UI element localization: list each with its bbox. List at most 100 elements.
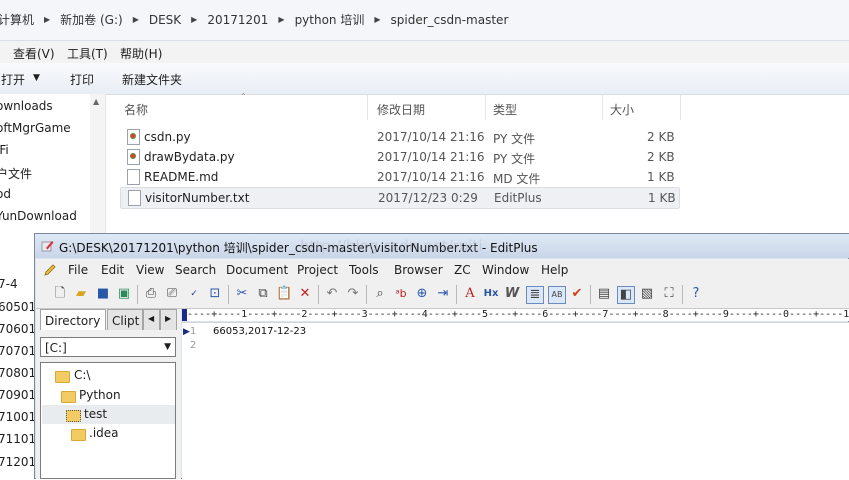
chevron-down-icon[interactable]: ▼ — [164, 342, 171, 352]
tab-directory[interactable]: Directory — [40, 309, 106, 330]
help-icon[interactable]: ? — [688, 286, 704, 302]
chevron-right-icon[interactable]: ▶ — [191, 15, 197, 24]
new-file-icon[interactable]: 🗋 — [52, 286, 68, 302]
chevron-right-icon[interactable]: ▶ — [278, 15, 284, 24]
menu-window[interactable]: Window — [482, 263, 529, 277]
font-icon[interactable]: A — [462, 286, 478, 302]
nav-item-od[interactable]: od — [0, 187, 11, 201]
column-size[interactable]: 大小 — [610, 101, 634, 118]
chevron-right-icon[interactable]: ▶ — [374, 15, 380, 24]
breadcrumb-drive[interactable]: 新加卷 (G:) — [60, 11, 123, 28]
scroll-up-icon[interactable]: ▲ — [93, 97, 99, 106]
delete-icon[interactable]: ✕ — [297, 286, 313, 302]
menu-edit[interactable]: Edit — [101, 263, 124, 277]
dropdown-arrow-icon[interactable]: ▼ — [33, 73, 40, 83]
print-preview-icon[interactable]: ⎙ — [143, 286, 159, 302]
menu-browser[interactable]: Browser — [394, 263, 443, 277]
list-item[interactable]: 70601 — [0, 322, 36, 336]
paste-icon[interactable]: 📋 — [276, 286, 292, 302]
line-number-toggle-icon[interactable]: ≣ — [526, 286, 544, 304]
fullscreen-icon[interactable]: ⛶ — [661, 286, 677, 302]
chevron-right-icon[interactable]: ▶ — [44, 15, 50, 24]
code-line[interactable]: 66053,2017-12-23 — [213, 326, 306, 337]
list-item[interactable]: 70801 — [0, 366, 36, 380]
list-item[interactable]: 60501 — [0, 300, 36, 314]
nav-item-yundownload[interactable]: YunDownload — [0, 209, 77, 223]
new-folder-button[interactable]: 新建文件夹 — [122, 71, 182, 88]
chevron-right-icon[interactable]: ▶ — [133, 15, 139, 24]
tree-node-test[interactable]: test — [84, 407, 107, 421]
tree-node-c[interactable]: C:\ — [74, 368, 90, 382]
menu-help[interactable]: Help — [541, 263, 568, 277]
tree-node-python[interactable]: Python — [79, 388, 121, 402]
column-name[interactable]: 名称 — [124, 101, 148, 118]
editplus-window[interactable]: G:\DESK\20171201\python 培训\spider_csdn-m… — [34, 233, 849, 480]
list-item[interactable]: 71101 — [0, 432, 36, 446]
menu-project[interactable]: Project — [297, 263, 338, 277]
menu-tools[interactable]: 工具(T) — [67, 45, 108, 62]
file-row[interactable]: drawBydata.py 2017/10/14 21:16 PY 文件 2 K… — [120, 147, 678, 167]
undo-icon[interactable]: ↶ — [324, 286, 340, 302]
output-window-icon[interactable]: ▤ — [596, 286, 612, 302]
save-all-icon[interactable]: ▣ — [116, 286, 132, 302]
open-folder-icon[interactable]: ▰ — [73, 286, 89, 302]
tree-node-idea[interactable]: .idea — [89, 426, 119, 440]
word-wrap-icon[interactable]: W — [504, 286, 520, 302]
check-mark-icon[interactable]: ✔ — [569, 286, 585, 302]
menu-view[interactable]: View — [136, 263, 164, 277]
list-item[interactable]: 71001 — [0, 410, 36, 424]
goto-line-icon[interactable]: ⇥ — [435, 286, 451, 302]
menu-view[interactable]: 查看(V) — [13, 45, 55, 62]
print-button[interactable]: 打印 — [70, 71, 94, 88]
breadcrumb-python[interactable]: python 培训 — [295, 11, 365, 28]
save-icon[interactable]: ■ — [95, 286, 111, 302]
list-item[interactable]: 70701 — [0, 344, 36, 358]
column-divider[interactable] — [602, 94, 603, 120]
list-item[interactable]: 7-4 — [0, 277, 18, 291]
column-divider[interactable] — [485, 94, 486, 120]
file-row[interactable]: README.md 2017/10/14 21:16 MD 文件 1 KB — [120, 167, 678, 187]
column-type[interactable]: 类型 — [493, 101, 517, 118]
column-divider[interactable] — [367, 94, 368, 120]
menu-zc[interactable]: ZC — [454, 263, 471, 277]
replace-icon[interactable]: ᵃb — [393, 286, 409, 302]
tab-scroll-right-icon[interactable]: ▶ — [160, 309, 177, 330]
address-bar[interactable]: 计算机 ▶ 新加卷 (G:) ▶ DESK ▶ 20171201 ▶ pytho… — [0, 0, 849, 41]
nav-item-wifi[interactable]: iFi — [0, 143, 9, 157]
drive-select[interactable]: [C:] ▼ — [40, 337, 176, 357]
tab-cliptext[interactable]: Clipt — [107, 309, 143, 330]
text-editor[interactable]: ▶ 1 2 66053,2017-12-23 — [182, 322, 849, 480]
copy-icon[interactable]: ⧉ — [255, 286, 271, 302]
find-icon[interactable]: ⌕ — [372, 286, 388, 302]
nav-item-softmgrgame[interactable]: oftMgrGame — [0, 121, 71, 135]
open-button[interactable]: 打开 — [1, 71, 25, 88]
menu-file[interactable]: File — [68, 263, 88, 277]
list-item[interactable]: 71201 — [0, 455, 36, 469]
tab-scroll-left-icon[interactable]: ◀ — [143, 309, 160, 330]
html-toolbar-icon[interactable]: ⊡ — [207, 286, 223, 302]
redo-icon[interactable]: ↷ — [345, 286, 361, 302]
column-divider[interactable] — [680, 94, 681, 120]
column-modified[interactable]: 修改日期 — [377, 101, 425, 118]
hex-icon[interactable]: Hx — [483, 286, 499, 302]
breadcrumb-20171201[interactable]: 20171201 — [207, 13, 268, 27]
menu-search[interactable]: Search — [175, 263, 216, 277]
breadcrumb-computer[interactable]: 计算机 — [0, 11, 34, 28]
file-row[interactable]: csdn.py 2017/10/14 21:16 PY 文件 2 KB — [120, 127, 678, 147]
breadcrumb-desk[interactable]: DESK — [149, 13, 181, 27]
directory-tree[interactable]: C:\ Python test .idea — [40, 362, 176, 479]
menu-help[interactable]: 帮助(H) — [120, 45, 162, 62]
breadcrumb-spider[interactable]: spider_csdn-master — [391, 13, 509, 27]
list-item[interactable]: 70901 — [0, 388, 36, 402]
print-icon[interactable]: ⎚ — [164, 286, 180, 302]
menu-document[interactable]: Document — [226, 263, 288, 277]
spellcheck-icon[interactable]: ✓ — [186, 286, 202, 302]
nav-scrollbar[interactable]: ▲ — [90, 94, 105, 234]
cliptext-window-icon[interactable]: ▧ — [639, 286, 655, 302]
ruler-toggle-icon[interactable]: AB — [548, 286, 566, 304]
directory-window-icon[interactable]: ◧ — [617, 286, 635, 304]
menu-tools[interactable]: Tools — [349, 263, 379, 277]
nav-item-user-files[interactable]: 户文件 — [0, 165, 32, 182]
file-row-selected[interactable]: visitorNumber.txt 2017/12/23 0:29 EditPl… — [120, 187, 680, 209]
find-in-files-icon[interactable]: ⊕ — [414, 286, 430, 302]
